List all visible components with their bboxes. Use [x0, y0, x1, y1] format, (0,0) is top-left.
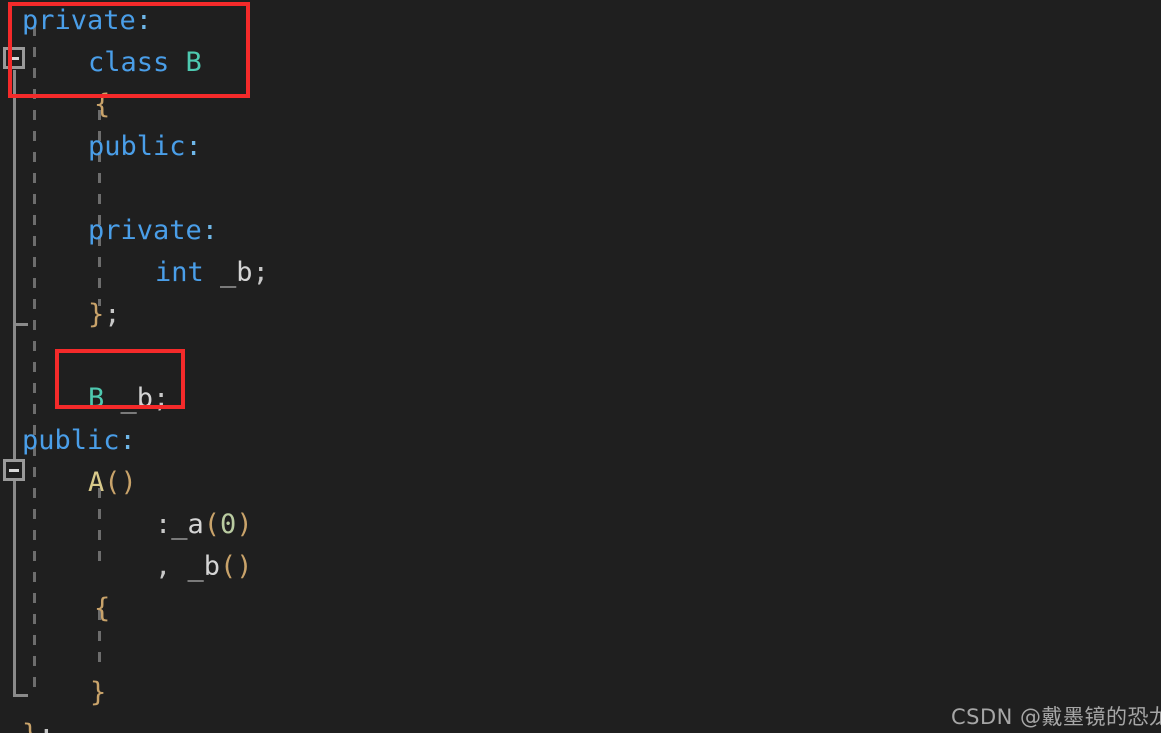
token-punct: ; [252, 257, 269, 288]
line-blank-1[interactable] [0, 168, 88, 210]
token-keyword: private [22, 5, 136, 36]
token-ident: _b [187, 551, 221, 582]
token-keyword: public [88, 131, 186, 162]
line-blank-2[interactable] [0, 336, 88, 378]
token-type: B [185, 47, 202, 78]
token-punct: ; [104, 299, 121, 330]
token-punct: ; [38, 719, 54, 733]
line-class-close[interactable]: }; [0, 714, 55, 733]
token-number: 0 [220, 509, 237, 540]
token-keyword: public [22, 425, 120, 456]
token-type: B [88, 383, 105, 414]
token-brace: { [94, 89, 111, 120]
line-ctor-a[interactable]: A() [0, 462, 137, 504]
token-colon: : [135, 5, 153, 36]
token-punct: , [155, 551, 172, 582]
token-brace: { [94, 593, 111, 624]
line-init-a[interactable]: :_a(0) [0, 504, 253, 546]
token-ident: _a [171, 509, 204, 540]
line-private-outer[interactable]: private: [0, 0, 152, 42]
token-paren: ( [203, 509, 221, 540]
token-punct [171, 551, 187, 582]
token-ident: _b [120, 383, 154, 414]
token-punct [104, 383, 120, 414]
line-blank-3[interactable] [0, 630, 94, 672]
line-init-b[interactable]: , _b() [0, 546, 253, 588]
token-brace: } [88, 299, 105, 330]
token-brace: } [90, 677, 107, 708]
line-ctor-close[interactable]: } [0, 672, 106, 714]
token-keyword: class [88, 47, 170, 78]
token-punct [204, 257, 220, 288]
token-colon: : [201, 215, 219, 246]
line-ctor-open[interactable]: { [0, 588, 110, 630]
token-punct: ; [153, 383, 170, 414]
token-paren: ) [236, 509, 253, 540]
token-paren: () [104, 467, 137, 498]
line-close-brace-b[interactable]: }; [0, 294, 121, 336]
line-private-inner[interactable]: private: [0, 210, 218, 252]
token-punct: : [155, 509, 172, 540]
csdn-watermark: CSDN @戴墨镜的恐龙 [951, 705, 1161, 729]
token-keyword: private [88, 215, 202, 246]
token-colon: : [185, 131, 202, 162]
code-content[interactable]: private: class B{public: private: int _b;};… [0, 0, 1161, 733]
code-editor-screenshot: private: class B{public: private: int _b;};… [0, 0, 1161, 733]
line-open-brace-b[interactable]: { [0, 84, 110, 126]
line-public-outer[interactable]: public: [0, 420, 136, 462]
token-punct [169, 47, 185, 78]
line-public-inner[interactable]: public: [0, 126, 202, 168]
line-int-b[interactable]: int _b; [0, 252, 269, 294]
token-ident: _b [220, 257, 253, 288]
token-brace: } [22, 719, 38, 733]
line-class-b[interactable]: class B [0, 42, 202, 84]
token-colon: : [119, 425, 136, 456]
token-func: A [88, 467, 105, 498]
line-member-b[interactable]: B _b; [0, 378, 169, 420]
token-keyword: int [155, 257, 204, 288]
token-paren: () [220, 551, 253, 582]
